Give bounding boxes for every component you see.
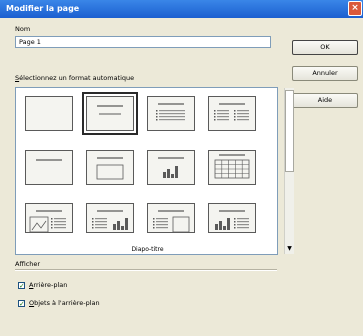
background-objects-checkbox[interactable]: ✓ [18, 300, 25, 308]
autoformat-label: Sélectionnez un format automatique [15, 74, 135, 82]
cancel-button[interactable]: Annuler [292, 66, 358, 81]
display-label: Afficher [15, 260, 41, 268]
title-bar: Modifier la page × [0, 0, 363, 18]
layout-tile-image-text[interactable] [25, 203, 73, 233]
ok-button[interactable]: OK [292, 40, 358, 55]
layout-tile-title-chart[interactable] [147, 150, 195, 185]
window-title: Modifier la page [6, 4, 80, 13]
help-button[interactable]: Aide [292, 93, 358, 108]
layout-tile-text-chart[interactable] [86, 203, 134, 233]
layout-tile-title-bullets[interactable] [147, 96, 195, 131]
scrollbar-thumb[interactable] [285, 90, 294, 172]
layout-gallery: ▼ Diapo-titre [15, 87, 294, 255]
close-icon[interactable]: × [348, 1, 362, 16]
page-name-input[interactable]: Page 1 [15, 36, 271, 48]
layout-tile-title-content[interactable] [86, 150, 134, 185]
name-label: Nom [15, 25, 31, 33]
layout-tile-chart-text[interactable] [208, 203, 256, 233]
layout-tile-blank[interactable] [25, 96, 73, 131]
layout-tile-title-only[interactable] [25, 150, 73, 185]
layout-tile-text-clipart[interactable] [147, 203, 195, 233]
scroll-down-icon[interactable]: ▼ [285, 244, 294, 253]
background-objects-checkbox-label: Objets à l'arrière-plan [29, 299, 100, 307]
divider [15, 269, 277, 271]
layout-caption: Diapo-titre [131, 246, 164, 253]
layout-tile-title-table[interactable] [208, 150, 256, 185]
background-checkbox-label: Arrière-plan [29, 281, 68, 289]
layout-tile-title-line[interactable] [82, 92, 138, 135]
layout-tile-title-two-bullets[interactable] [208, 96, 256, 131]
gallery-scrollbar[interactable]: ▼ [284, 88, 294, 254]
background-checkbox[interactable]: ✓ [18, 282, 25, 290]
